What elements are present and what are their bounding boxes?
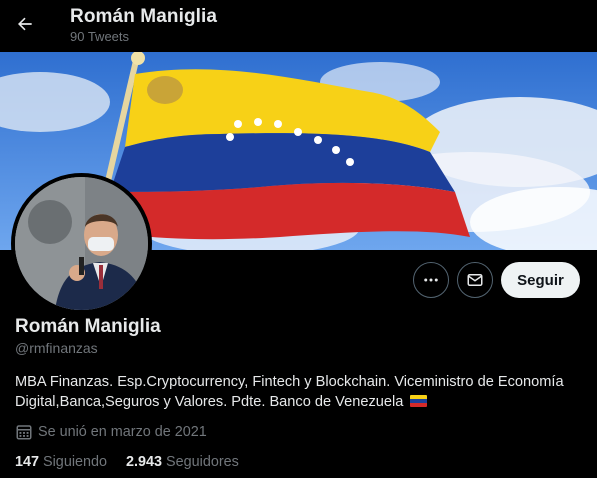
header-title: Román Maniglia	[70, 6, 218, 27]
followers-count: 2.943	[126, 454, 163, 470]
profile-header-bar: Román Maniglia 90 Tweets	[0, 0, 597, 52]
tweet-count: 90 Tweets	[70, 29, 130, 44]
more-dots-icon	[424, 278, 438, 282]
followers-label: Seguidores	[166, 454, 239, 470]
profile-avatar[interactable]	[11, 173, 152, 314]
following-count: 147	[15, 454, 40, 470]
joined-date: Se unió en marzo de 2021	[15, 423, 207, 441]
profile-name: Román Maniglia	[15, 316, 161, 337]
back-button[interactable]	[10, 9, 40, 39]
follow-button[interactable]: Seguir	[501, 262, 580, 298]
bio-text: MBA Finanzas. Esp.Cryptocurrency, Fintec…	[15, 374, 564, 410]
calendar-icon	[15, 423, 33, 441]
profile-handle: @rmfinanzas	[15, 340, 98, 356]
more-options-button[interactable]	[413, 262, 449, 298]
envelope-icon	[467, 274, 483, 286]
following-link[interactable]: 147 Siguiendo	[15, 454, 107, 470]
joined-text: Se unió en marzo de 2021	[38, 424, 207, 440]
profile-stats: 147 Siguiendo 2.943 Seguidores	[15, 454, 258, 470]
arrow-left-icon	[18, 17, 32, 31]
venezuela-flag-icon	[410, 395, 428, 407]
profile-bio: MBA Finanzas. Esp.Cryptocurrency, Fintec…	[15, 372, 587, 412]
following-label: Siguiendo	[43, 454, 108, 470]
message-button[interactable]	[457, 262, 493, 298]
followers-link[interactable]: 2.943 Seguidores	[126, 454, 239, 470]
